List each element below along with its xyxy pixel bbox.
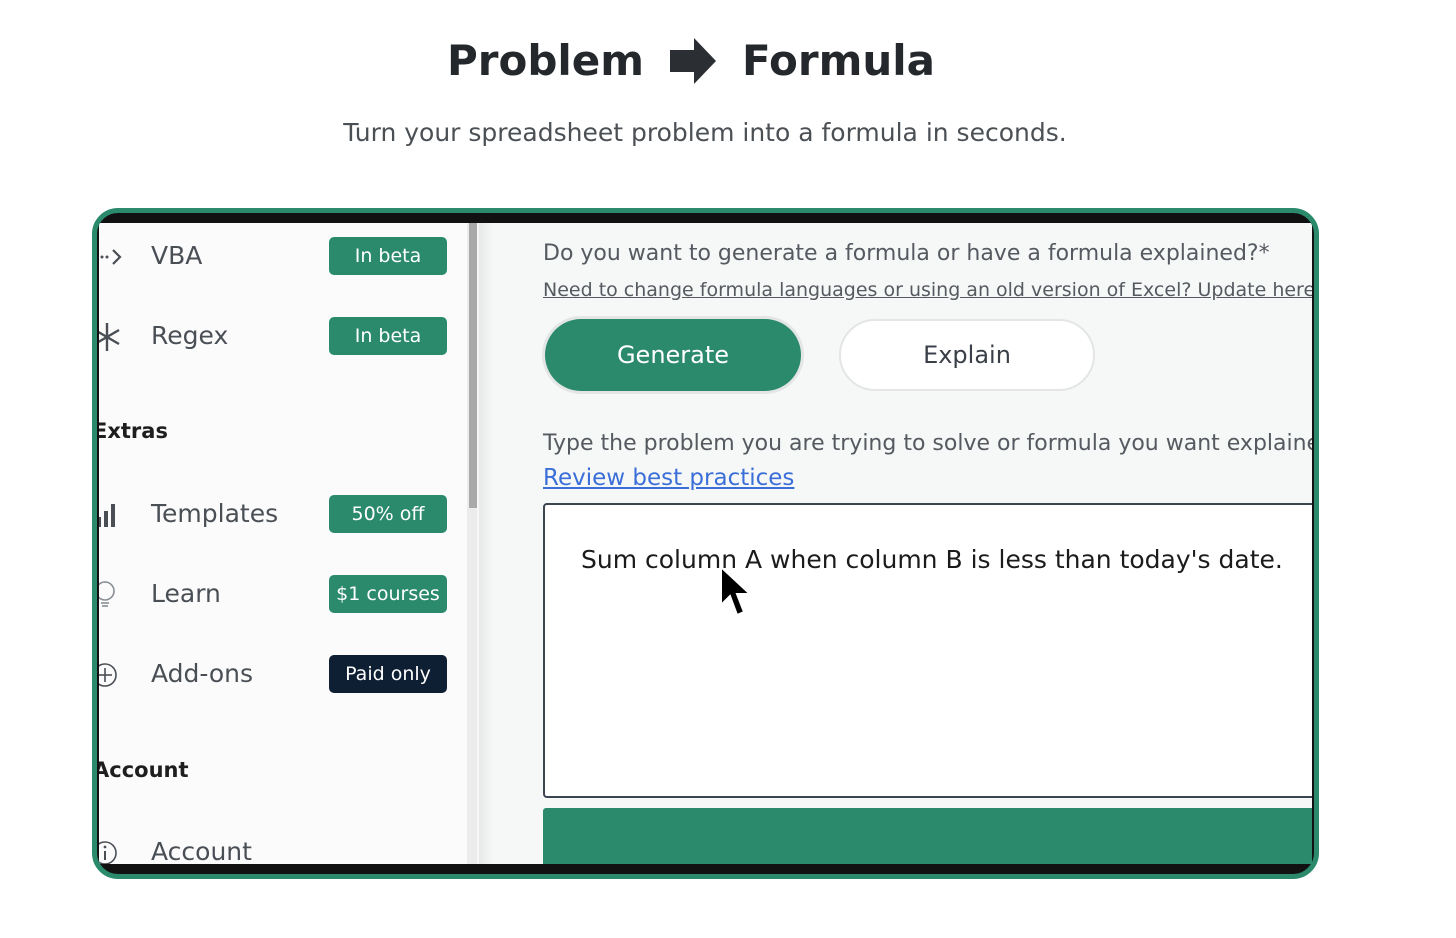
lightbulb-icon (99, 581, 115, 607)
app-window: VBA In beta Regex In beta Extras Templat… (99, 223, 1312, 864)
sidebar-item-label: VBA (151, 241, 203, 270)
sidebar-item-label: Add-ons (151, 659, 254, 688)
explain-button[interactable]: Explain (839, 319, 1095, 391)
sidebar-scrollbar[interactable] (467, 223, 477, 864)
hero-subtitle: Turn your spreadsheet problem into a for… (343, 118, 1067, 147)
paid-only-badge: Paid only (329, 655, 447, 693)
mode-question: Do you want to generate a formula or hav… (543, 241, 1270, 266)
sidebar-item-regex[interactable]: Regex In beta (99, 315, 467, 359)
mouse-cursor-icon (720, 565, 753, 617)
sidebar-item-learn[interactable]: Learn $1 courses (99, 573, 467, 617)
beta-badge: In beta (329, 237, 447, 275)
problem-input-label: Type the problem you are trying to solve… (543, 431, 1312, 456)
review-best-practices-link[interactable]: Review best practices (543, 465, 794, 491)
info-circle-icon (99, 841, 117, 864)
plus-circle-icon (99, 663, 117, 687)
hero-title-formula: Formula (742, 36, 936, 85)
app-screenshot-frame: VBA In beta Regex In beta Extras Templat… (92, 208, 1319, 879)
sidebar-shadow (479, 223, 493, 864)
problem-textarea[interactable]: Sum column A when column B is less than … (543, 503, 1312, 798)
hero-title-problem: Problem (446, 36, 645, 85)
section-heading-account: Account (99, 758, 189, 782)
scrollbar-thumb[interactable] (469, 223, 477, 508)
change-language-link[interactable]: Need to change formula languages or usin… (543, 279, 1312, 301)
hero: Problem Formula Turn your spreadsheet pr… (0, 0, 1456, 200)
sidebar-item-account[interactable]: Account (99, 831, 467, 864)
generate-button[interactable]: Generate (545, 319, 801, 391)
sidebar-item-templates[interactable]: Templates 50% off (99, 493, 467, 537)
problem-text: Sum column A when column B is less than … (581, 545, 1283, 574)
main-panel: Do you want to generate a formula or hav… (493, 223, 1312, 864)
courses-badge: $1 courses (329, 575, 447, 613)
sidebar-item-label: Templates (151, 499, 279, 528)
arrow-right-icon (670, 37, 717, 84)
submit-button[interactable] (543, 808, 1312, 864)
sidebar-item-label: Learn (151, 579, 221, 608)
sidebar-item-label: Regex (151, 321, 229, 350)
hero-title: Problem Formula (0, 36, 1382, 85)
sidebar-item-add-ons[interactable]: Add-ons Paid only (99, 653, 467, 697)
code-arrow-icon (100, 249, 122, 265)
beta-badge: In beta (329, 317, 447, 355)
sidebar-item-vba[interactable]: VBA In beta (99, 235, 467, 279)
bar-chart-icon (99, 504, 115, 527)
sidebar-item-label: Account (151, 837, 252, 864)
asterisk-icon (99, 323, 120, 351)
discount-badge: 50% off (329, 495, 447, 533)
section-heading-extras: Extras (99, 419, 168, 443)
sidebar: VBA In beta Regex In beta Extras Templat… (99, 223, 477, 864)
